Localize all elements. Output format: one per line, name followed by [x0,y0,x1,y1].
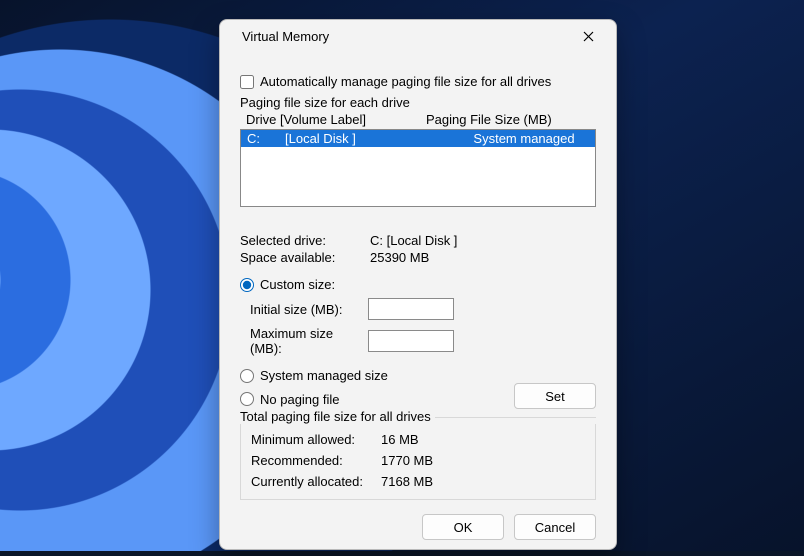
dialog-content: Automatically manage paging file size fo… [220,52,616,500]
space-available-value: 25390 MB [370,250,429,265]
no-paging-radio[interactable] [240,392,254,406]
drive-list-header: Drive [Volume Label] Paging File Size (M… [240,110,596,129]
min-allowed-label: Minimum allowed: [251,432,381,447]
auto-manage-row[interactable]: Automatically manage paging file size fo… [240,74,596,89]
system-managed-radio[interactable] [240,369,254,383]
custom-size-row[interactable]: Custom size: [240,277,596,292]
recommended-label: Recommended: [251,453,381,468]
close-icon [583,31,594,42]
drive-row-label: [Local Disk ] [285,131,459,146]
header-size: Paging File Size (MB) [426,112,552,127]
cancel-button[interactable]: Cancel [514,514,596,540]
close-button[interactable] [568,20,608,52]
drive-group-label: Paging file size for each drive [240,95,596,110]
currently-allocated-value: 7168 MB [381,474,433,489]
no-paging-label: No paging file [260,392,340,407]
totals-group: Total paging file size for all drives Mi… [240,409,596,500]
set-button[interactable]: Set [514,383,596,409]
drive-row-letter: C: [247,131,285,146]
dialog-actions: OK Cancel [220,500,616,556]
custom-size-label: Custom size: [260,277,335,292]
titlebar: Virtual Memory [220,20,616,52]
ok-button[interactable]: OK [422,514,504,540]
no-paging-row[interactable]: No paging file [240,392,340,407]
window-title: Virtual Memory [242,29,568,44]
space-available-label: Space available: [240,250,370,265]
header-drive: Drive [Volume Label] [246,112,426,127]
initial-size-input[interactable] [368,298,454,320]
recommended-value: 1770 MB [381,453,433,468]
virtual-memory-dialog: Virtual Memory Automatically manage pagi… [219,19,617,550]
system-managed-label: System managed size [260,368,388,383]
drive-row[interactable]: C: [Local Disk ] System managed [241,130,595,147]
totals-group-label: Total paging file size for all drives [240,409,435,424]
initial-size-label: Initial size (MB): [250,302,368,317]
selected-drive-label: Selected drive: [240,233,370,248]
auto-manage-label: Automatically manage paging file size fo… [260,74,551,89]
maximum-size-input[interactable] [368,330,454,352]
min-allowed-value: 16 MB [381,432,419,447]
selected-drive-value: C: [Local Disk ] [370,233,457,248]
custom-size-inputs: Initial size (MB): Maximum size (MB): [250,292,596,356]
system-managed-row[interactable]: System managed size [240,368,596,383]
selected-drive-block: Selected drive: C: [Local Disk ] Space a… [240,231,596,265]
auto-manage-checkbox[interactable] [240,75,254,89]
maximum-size-label: Maximum size (MB): [250,326,368,356]
currently-allocated-label: Currently allocated: [251,474,381,489]
drive-list[interactable]: C: [Local Disk ] System managed [240,129,596,207]
custom-size-radio[interactable] [240,278,254,292]
drive-row-size: System managed [459,131,589,146]
